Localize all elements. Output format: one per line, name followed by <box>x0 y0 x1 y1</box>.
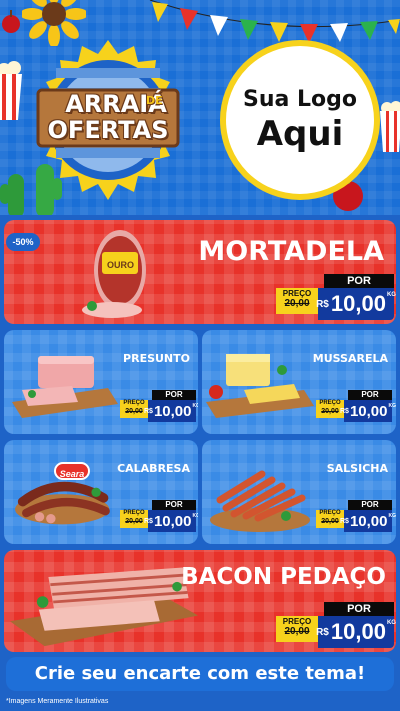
unit-label: KG <box>388 403 397 409</box>
price-tag-mussarela: POR PREÇO 20,00 R$ 10,00 KG <box>316 390 396 422</box>
emblem-title-line2: OFERTAS <box>47 116 169 144</box>
product-card-salsicha[interactable]: SALSICHA POR PREÇO 20,00 R$ 10,00 KG <box>202 440 396 544</box>
presunto-image-icon <box>12 356 118 418</box>
new-price-box: R$ 10,00 KG <box>340 400 396 422</box>
product-name-mortadela: MORTADELA <box>198 236 384 267</box>
price-tag-bacon: POR PREÇO 20,00 R$ 10,00 KG <box>276 602 396 648</box>
product-card-mussarela[interactable]: MUSSARELA POR PREÇO 20,00 R$ 10,00 KG <box>202 330 396 434</box>
por-label: POR <box>324 274 394 288</box>
popcorn-icon <box>380 101 400 152</box>
discount-badge: -50% <box>6 233 40 251</box>
new-price-box: R$ 10,00 KG <box>144 400 199 422</box>
por-label: POR <box>152 500 196 510</box>
emblem-title-de: DE <box>146 94 163 107</box>
create-flyer-button[interactable]: Crie seu encarte com este tema! <box>6 657 394 691</box>
new-price: 10,00 <box>349 402 388 420</box>
new-price: 10,00 <box>349 512 388 530</box>
product-name-bacon: BACON PEDAÇO <box>181 564 386 590</box>
product-name-presunto: PRESUNTO <box>123 352 190 365</box>
seara-logo-text: Seara <box>59 469 85 479</box>
product-name-calabresa: CALABRESA <box>117 462 190 475</box>
salsicha-image-icon <box>210 470 310 532</box>
emblem-title-line1: ARRAIÁ <box>65 90 167 118</box>
por-label: POR <box>324 602 394 616</box>
disclaimer-text: *Imagens Meramente Ilustrativas <box>6 698 109 705</box>
header-banner: ARRAIÁ DE OFERTAS Sua Logo Aqui <box>0 0 400 215</box>
old-price: 20,00 <box>284 298 310 309</box>
price-tag-presunto: POR PREÇO 20,00 R$ 10,00 KG <box>120 390 199 422</box>
product-card-bacon[interactable]: BACON PEDAÇO POR PREÇO 20,00 R$ 10,00 KG <box>4 550 396 652</box>
candy-apple-icon <box>2 10 20 33</box>
unit-label: KG <box>386 292 396 298</box>
por-label: POR <box>152 390 196 400</box>
currency-label: R$ <box>144 407 153 415</box>
old-price-box: PREÇO 20,00 <box>276 288 318 314</box>
preco-label: PREÇO <box>319 510 341 516</box>
popcorn-icon <box>0 61 22 120</box>
old-price-box: PREÇO 20,00 <box>276 616 318 642</box>
mussarela-image-icon <box>206 354 314 418</box>
unit-label: KG <box>192 403 199 409</box>
mortadela-brand-label: OURO <box>107 260 134 270</box>
price-tag-salsicha: POR PREÇO 20,00 R$ 10,00 KG <box>316 500 396 532</box>
product-card-presunto[interactable]: PRESUNTO POR PREÇO 20,00 R$ 10,00 KG <box>4 330 198 434</box>
old-price: 20,00 <box>284 626 310 637</box>
price-tag-mortadela: POR PREÇO 20,00 R$ 10,00 KG <box>276 274 396 320</box>
product-card-mortadela[interactable]: OURO MORTADELA POR PREÇO 20,00 R$ 10,00 … <box>4 220 396 324</box>
currency-label: R$ <box>316 626 329 638</box>
logo-placeholder[interactable]: Sua Logo Aqui <box>220 40 380 200</box>
mortadela-image-icon <box>82 230 146 318</box>
product-name-mussarela: MUSSARELA <box>312 352 388 365</box>
bacon-image-icon <box>10 567 199 647</box>
new-price: 10,00 <box>153 402 192 420</box>
unit-label: KG <box>386 620 396 626</box>
product-card-calabresa[interactable]: Seara CALABRESA POR PREÇO 20,00 R$ 10,00… <box>4 440 198 544</box>
currency-label: R$ <box>340 407 349 415</box>
preco-label: PREÇO <box>123 400 145 406</box>
logo-text-line2: Aqui <box>256 113 344 154</box>
new-price: 10,00 <box>330 291 386 316</box>
unit-label: KG <box>388 513 397 519</box>
por-label: POR <box>348 390 392 400</box>
new-price-box: R$ 10,00 KG <box>340 510 396 532</box>
arraia-de-ofertas-emblem: ARRAIÁ DE OFERTAS <box>28 40 188 200</box>
product-name-salsicha: SALSICHA <box>326 462 388 475</box>
seara-logo: Seara <box>54 462 90 480</box>
preco-label: PREÇO <box>282 617 312 626</box>
currency-label: R$ <box>340 517 349 525</box>
logo-text-line1: Sua Logo <box>242 86 357 112</box>
currency-label: R$ <box>144 517 153 525</box>
unit-label: KG <box>192 513 199 519</box>
new-price: 10,00 <box>330 619 386 644</box>
price-tag-calabresa: POR PREÇO 20,00 R$ 10,00 KG <box>120 500 199 532</box>
new-price-box: R$ 10,00 KG <box>144 510 199 532</box>
new-price: 10,00 <box>153 512 192 530</box>
new-price-box: R$ 10,00 KG <box>316 288 396 320</box>
preco-label: PREÇO <box>319 400 341 406</box>
new-price-box: R$ 10,00 KG <box>316 616 396 648</box>
preco-label: PREÇO <box>123 510 145 516</box>
currency-label: R$ <box>316 298 329 310</box>
preco-label: PREÇO <box>282 289 312 298</box>
por-label: POR <box>348 500 392 510</box>
